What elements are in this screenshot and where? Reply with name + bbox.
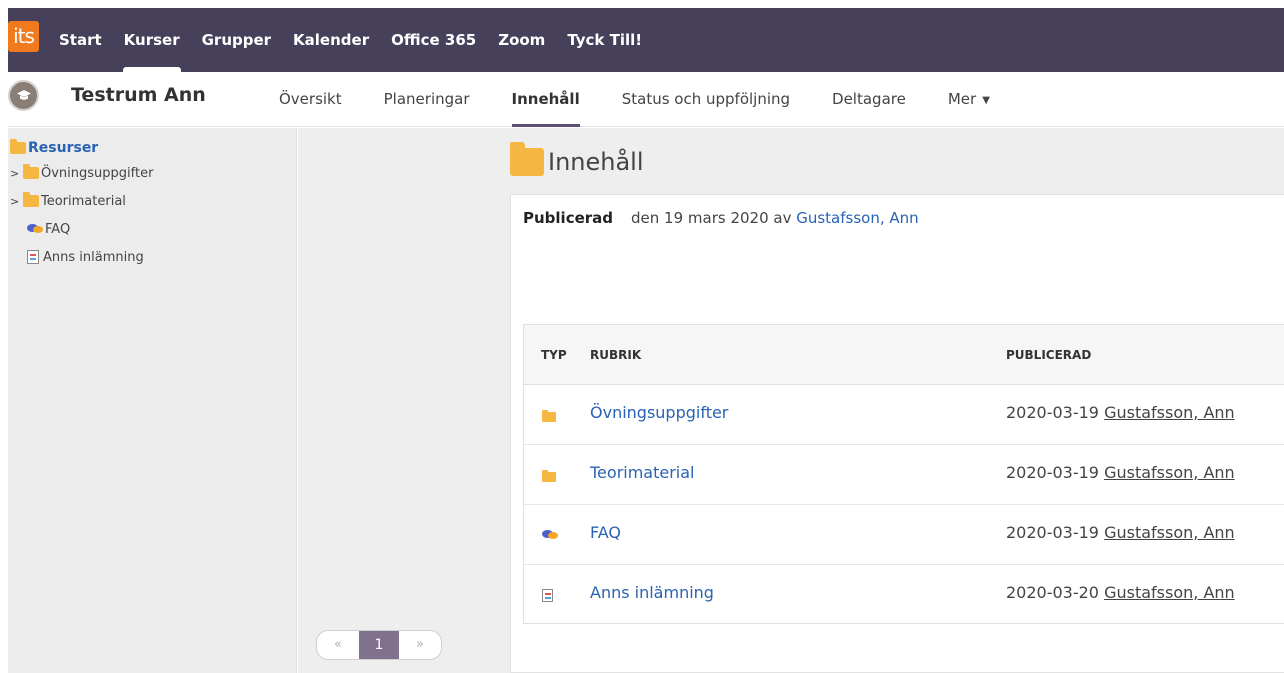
table-row: Teorimaterial 2020-03-19 Gustafsson, Ann bbox=[524, 445, 1284, 505]
top-nav: Start Kurser Grupper Kalender Office 365… bbox=[48, 8, 653, 72]
forum-icon bbox=[542, 527, 560, 546]
table-row: FAQ 2020-03-19 Gustafsson, Ann bbox=[524, 505, 1284, 565]
row-published: 2020-03-19 Gustafsson, Ann bbox=[1006, 523, 1235, 542]
tab-status[interactable]: Status och uppföljning bbox=[601, 72, 811, 127]
row-title-link[interactable]: FAQ bbox=[590, 523, 621, 542]
tab-innehall[interactable]: Innehåll bbox=[491, 72, 601, 127]
tab-planeringar[interactable]: Planeringar bbox=[363, 72, 491, 127]
pagination-prev-button[interactable]: « bbox=[317, 631, 359, 659]
topnav-zoom[interactable]: Zoom bbox=[487, 8, 556, 72]
content-card: Publicerad den 19 mars 2020 av Gustafsson… bbox=[510, 194, 1284, 673]
forum-icon bbox=[27, 223, 44, 235]
row-date: 2020-03-19 bbox=[1006, 403, 1099, 422]
row-author-link[interactable]: Gustafsson, Ann bbox=[1104, 463, 1235, 482]
row-author-link[interactable]: Gustafsson, Ann bbox=[1104, 523, 1235, 542]
assignment-icon bbox=[542, 587, 553, 606]
tab-oversikt[interactable]: Översikt bbox=[258, 72, 363, 127]
pagination: « 1 » bbox=[316, 630, 442, 660]
published-text: den 19 mars 2020 av bbox=[631, 209, 797, 227]
folder-open-icon bbox=[10, 139, 26, 154]
folder-icon bbox=[23, 164, 39, 179]
tree-item-label: Övningsuppgifter bbox=[41, 165, 154, 181]
tree-item-teorimaterial[interactable]: > Teorimaterial bbox=[10, 187, 153, 215]
table-header: TYP RUBRIK PUBLICERAD bbox=[524, 325, 1284, 385]
topnav-tyck-till[interactable]: Tyck Till! bbox=[556, 8, 653, 72]
row-author-link[interactable]: Gustafsson, Ann bbox=[1104, 403, 1235, 422]
chevron-right-icon[interactable]: > bbox=[10, 195, 23, 208]
chevron-right-icon[interactable]: > bbox=[10, 167, 23, 180]
topnav-office365[interactable]: Office 365 bbox=[380, 8, 487, 72]
caret-down-icon: ▼ bbox=[982, 95, 990, 106]
topnav-kurser[interactable]: Kurser bbox=[113, 8, 191, 72]
row-published: 2020-03-19 Gustafsson, Ann bbox=[1006, 463, 1235, 482]
row-title-link[interactable]: Övningsuppgifter bbox=[590, 403, 728, 422]
row-published: 2020-03-19 Gustafsson, Ann bbox=[1006, 403, 1235, 422]
row-date: 2020-03-19 bbox=[1006, 463, 1099, 482]
content-table: TYP RUBRIK PUBLICERAD Övningsuppgifter 2… bbox=[523, 324, 1284, 624]
tree-root-resurser[interactable]: Resurser bbox=[10, 137, 153, 159]
column-header-rubrik[interactable]: RUBRIK bbox=[590, 348, 641, 362]
row-date: 2020-03-20 bbox=[1006, 583, 1099, 602]
tree-item-label: Teorimaterial bbox=[41, 193, 126, 209]
published-author-link[interactable]: Gustafsson, Ann bbox=[796, 209, 918, 227]
course-title[interactable]: Testrum Ann bbox=[71, 84, 206, 106]
tab-mer[interactable]: Mer ▼ bbox=[927, 72, 1011, 127]
folder-icon bbox=[23, 192, 39, 207]
tab-mer-label: Mer bbox=[947, 90, 977, 108]
tree-item-faq[interactable]: FAQ bbox=[10, 215, 153, 243]
topnav-kalender[interactable]: Kalender bbox=[282, 8, 380, 72]
column-header-typ[interactable]: TYP bbox=[541, 348, 567, 362]
its-logo[interactable]: its bbox=[8, 21, 39, 52]
page-heading: Innehåll bbox=[510, 142, 644, 176]
row-published: 2020-03-20 Gustafsson, Ann bbox=[1006, 583, 1235, 602]
column-header-publicerad[interactable]: PUBLICERAD bbox=[1006, 348, 1091, 362]
folder-icon bbox=[542, 407, 556, 426]
published-label: Publicerad bbox=[523, 209, 614, 227]
row-title-link[interactable]: Teorimaterial bbox=[590, 463, 695, 482]
row-title-link[interactable]: Anns inlämning bbox=[590, 583, 714, 602]
folder-icon bbox=[542, 467, 556, 486]
course-avatar[interactable] bbox=[8, 80, 39, 111]
tab-deltagare[interactable]: Deltagare bbox=[811, 72, 927, 127]
table-row: Övningsuppgifter 2020-03-19 Gustafsson, … bbox=[524, 385, 1284, 445]
row-date: 2020-03-19 bbox=[1006, 523, 1099, 542]
table-row: Anns inlämning 2020-03-20 Gustafsson, An… bbox=[524, 565, 1284, 625]
assignment-icon bbox=[27, 250, 39, 264]
tree-item-anns-inlamning[interactable]: Anns inlämning bbox=[10, 243, 153, 271]
page-title: Innehåll bbox=[548, 148, 644, 176]
tree-item-ovningsuppgifter[interactable]: > Övningsuppgifter bbox=[10, 159, 153, 187]
resource-sidebar: Resurser > Övningsuppgifter > Teorimater… bbox=[8, 128, 297, 673]
published-info: Publicerad den 19 mars 2020 av Gustafsson… bbox=[523, 209, 919, 227]
row-author-link[interactable]: Gustafsson, Ann bbox=[1104, 583, 1235, 602]
topnav-grupper[interactable]: Grupper bbox=[191, 8, 282, 72]
tree-item-label: Anns inlämning bbox=[43, 249, 144, 265]
tree-item-label: FAQ bbox=[45, 221, 71, 237]
course-bar: Testrum Ann Översikt Planeringar Innehål… bbox=[8, 72, 1284, 127]
main-content: Innehåll Publicerad den 19 mars 2020 av G… bbox=[298, 128, 1284, 673]
pagination-page-current[interactable]: 1 bbox=[359, 631, 399, 659]
folder-icon bbox=[510, 142, 544, 176]
graduation-cap-icon bbox=[17, 90, 31, 100]
course-tabs: Översikt Planeringar Innehåll Status och… bbox=[258, 72, 1011, 127]
top-navigation-bar: its Start Kurser Grupper Kalender Office… bbox=[8, 8, 1284, 72]
pagination-next-button[interactable]: » bbox=[399, 631, 441, 659]
topnav-start[interactable]: Start bbox=[48, 8, 113, 72]
resource-tree: Resurser > Övningsuppgifter > Teorimater… bbox=[10, 137, 153, 271]
tree-root-label: Resurser bbox=[28, 140, 99, 156]
